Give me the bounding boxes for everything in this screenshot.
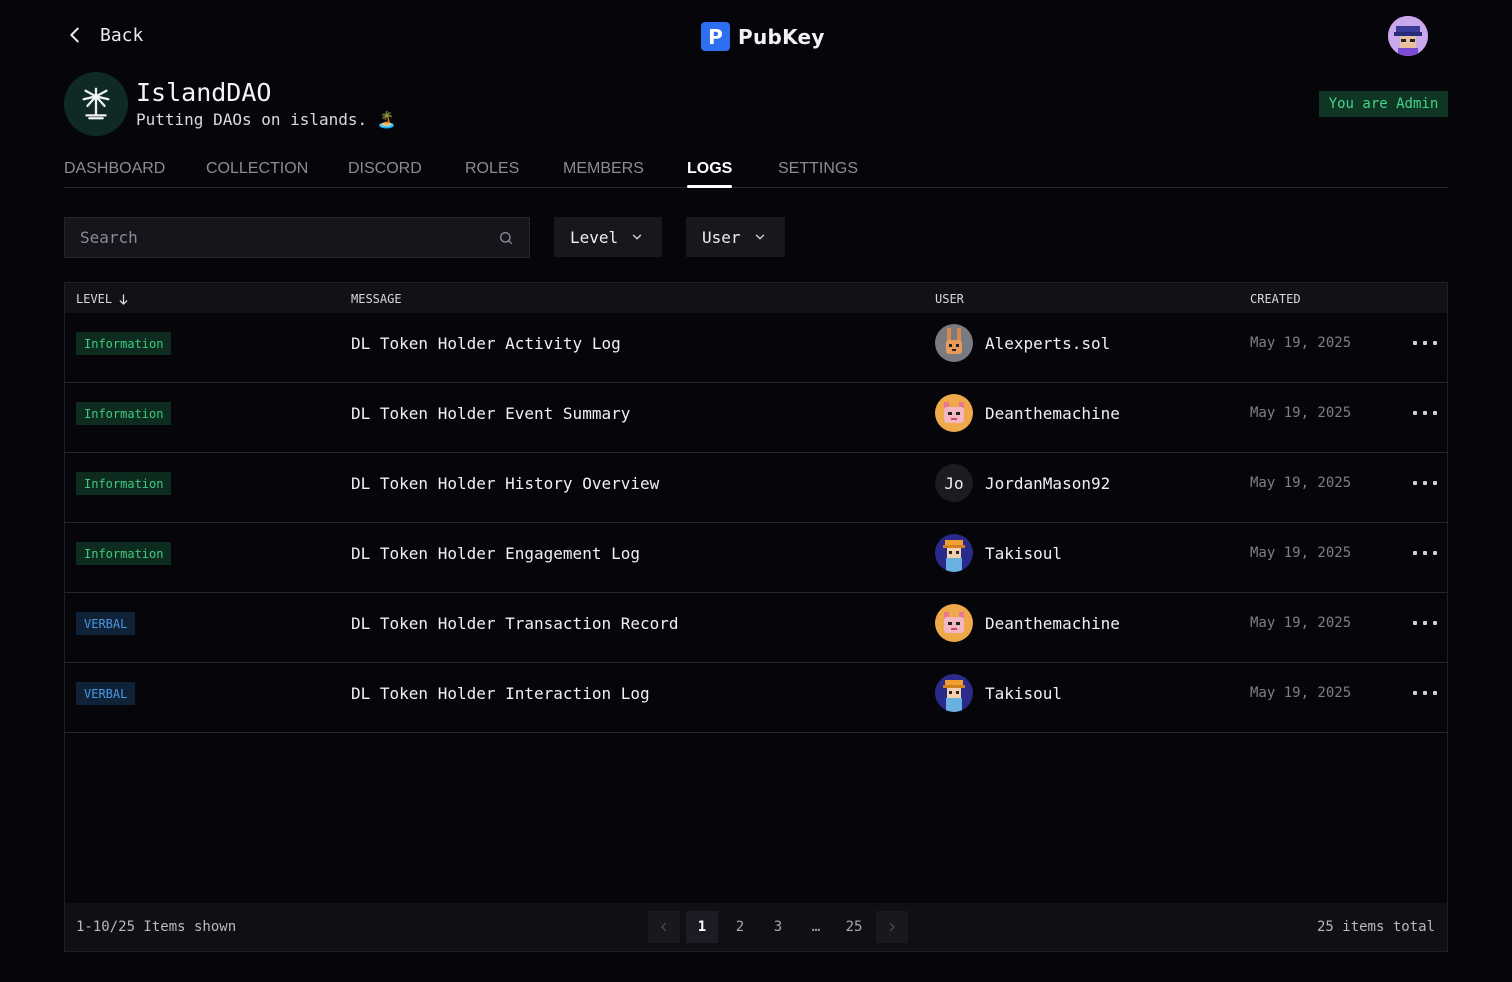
logs-page: Back P PubKey IslandDAO Putting DAOs on … [0,0,1512,982]
more-horizontal-icon[interactable] [1413,407,1437,419]
user-name[interactable]: Deanthemachine [985,404,1120,423]
log-message: DL Token Holder Interaction Log [351,684,650,703]
tab-collection[interactable]: COLLECTION [206,160,308,178]
page-button-2[interactable]: 2 [724,911,756,943]
table-header: LEVEL MESSAGE USER CREATED [65,283,1447,313]
level-badge: Information [76,402,172,425]
created-date: May 19, 2025 [1250,335,1352,351]
chevron-left-icon [661,922,667,932]
user-name[interactable]: Takisoul [985,544,1062,563]
dao-tagline: Putting DAOs on islands. 🏝️ [136,110,397,129]
level-filter-label: Level [570,227,619,247]
prev-page-button[interactable] [648,911,680,943]
table-row[interactable]: VERBAL DL Token Holder Interaction Log T… [65,663,1447,733]
log-message: DL Token Holder History Overview [351,474,660,493]
table-row[interactable]: Information DL Token Holder History Over… [65,453,1447,523]
logs-table: LEVEL MESSAGE USER CREATED Information D… [64,282,1448,952]
more-horizontal-icon[interactable] [1413,617,1437,629]
dao-title: IslandDAO [136,78,272,107]
chevron-right-icon [889,922,895,932]
tab-logs[interactable]: LOGS [687,160,733,188]
level-badge: VERBAL [76,612,136,635]
more-horizontal-icon[interactable] [1413,477,1437,489]
level-badge: Information [76,332,172,355]
created-date: May 19, 2025 [1250,405,1352,421]
items-shown-label: 1-10/25 Items shown [76,919,237,935]
palm-tree-icon [82,87,110,120]
column-header-user[interactable]: USER [935,292,964,306]
back-button[interactable]: Back [64,24,143,46]
chevron-down-icon [633,234,642,240]
more-horizontal-icon[interactable] [1413,547,1437,559]
pixel-avatar [935,534,973,572]
created-date: May 19, 2025 [1250,615,1352,631]
column-header-level[interactable]: LEVEL [76,292,129,306]
brand-name: PubKey [738,24,825,49]
admin-badge: You are Admin [1319,91,1448,117]
page-button-25[interactable]: 25 [838,911,870,943]
page-ellipsis: … [811,919,821,935]
level-filter-dropdown[interactable]: Level [554,217,662,257]
user-filter-label: User [702,227,741,247]
search-input[interactable] [80,228,498,247]
page-button-3[interactable]: 3 [762,911,794,943]
user-name[interactable]: Takisoul [985,684,1062,703]
dao-logo [64,72,128,136]
table-row[interactable]: Information DL Token Holder Activity Log… [65,313,1447,383]
tab-roles[interactable]: ROLES [465,160,519,178]
search-icon[interactable] [498,230,514,246]
tab-settings[interactable]: SETTINGS [778,160,858,178]
tab-bar: DASHBOARD COLLECTION DISCORD ROLES MEMBE… [64,160,1448,188]
level-badge: Information [76,472,172,495]
user-name[interactable]: Deanthemachine [985,614,1120,633]
pagination: 1 2 3 … 25 [648,911,908,943]
log-message: DL Token Holder Transaction Record [351,614,679,633]
table-row[interactable]: VERBAL DL Token Holder Transaction Recor… [65,593,1447,663]
brand-logo[interactable]: P PubKey [701,22,825,51]
table-row[interactable]: Information DL Token Holder Engagement L… [65,523,1447,593]
back-label: Back [100,24,144,46]
fox-avatar [935,604,973,642]
search-box [64,217,530,258]
level-badge: VERBAL [76,682,136,705]
tab-dashboard[interactable]: DASHBOARD [64,160,165,178]
profile-avatar[interactable] [1388,16,1428,56]
tab-discord[interactable]: DISCORD [348,160,422,178]
log-message: DL Token Holder Activity Log [351,334,621,353]
column-header-level-label: LEVEL [76,292,113,306]
log-message: DL Token Holder Engagement Log [351,544,640,563]
more-horizontal-icon[interactable] [1413,687,1437,699]
tab-members[interactable]: MEMBERS [563,160,644,178]
items-total-label: 25 items total [1316,919,1435,935]
table-row[interactable]: Information DL Token Holder Event Summar… [65,383,1447,453]
rabbit-avatar [935,324,973,362]
table-footer: 1-10/25 Items shown 1 2 3 … 25 25 items … [65,903,1447,951]
initials-avatar: Jo [935,464,973,502]
more-horizontal-icon[interactable] [1413,337,1437,349]
chevron-down-icon [755,234,764,240]
chevron-left-icon [70,27,79,43]
user-name[interactable]: JordanMason92 [985,474,1110,493]
page-button-1[interactable]: 1 [686,911,718,943]
fox-avatar [935,394,973,432]
level-badge: Information [76,542,172,565]
log-message: DL Token Holder Event Summary [351,404,631,423]
created-date: May 19, 2025 [1250,545,1352,561]
pixel-avatar-icon [1388,16,1428,56]
column-header-created[interactable]: CREATED [1250,292,1301,306]
column-header-message[interactable]: MESSAGE [351,292,402,306]
user-name[interactable]: Alexperts.sol [985,334,1110,353]
user-filter-dropdown[interactable]: User [686,217,785,257]
created-date: May 19, 2025 [1250,685,1352,701]
created-date: May 19, 2025 [1250,475,1352,491]
next-page-button[interactable] [876,911,908,943]
brand-mark: P [701,22,730,51]
pixel-avatar [935,674,973,712]
arrow-down-icon [119,293,128,305]
